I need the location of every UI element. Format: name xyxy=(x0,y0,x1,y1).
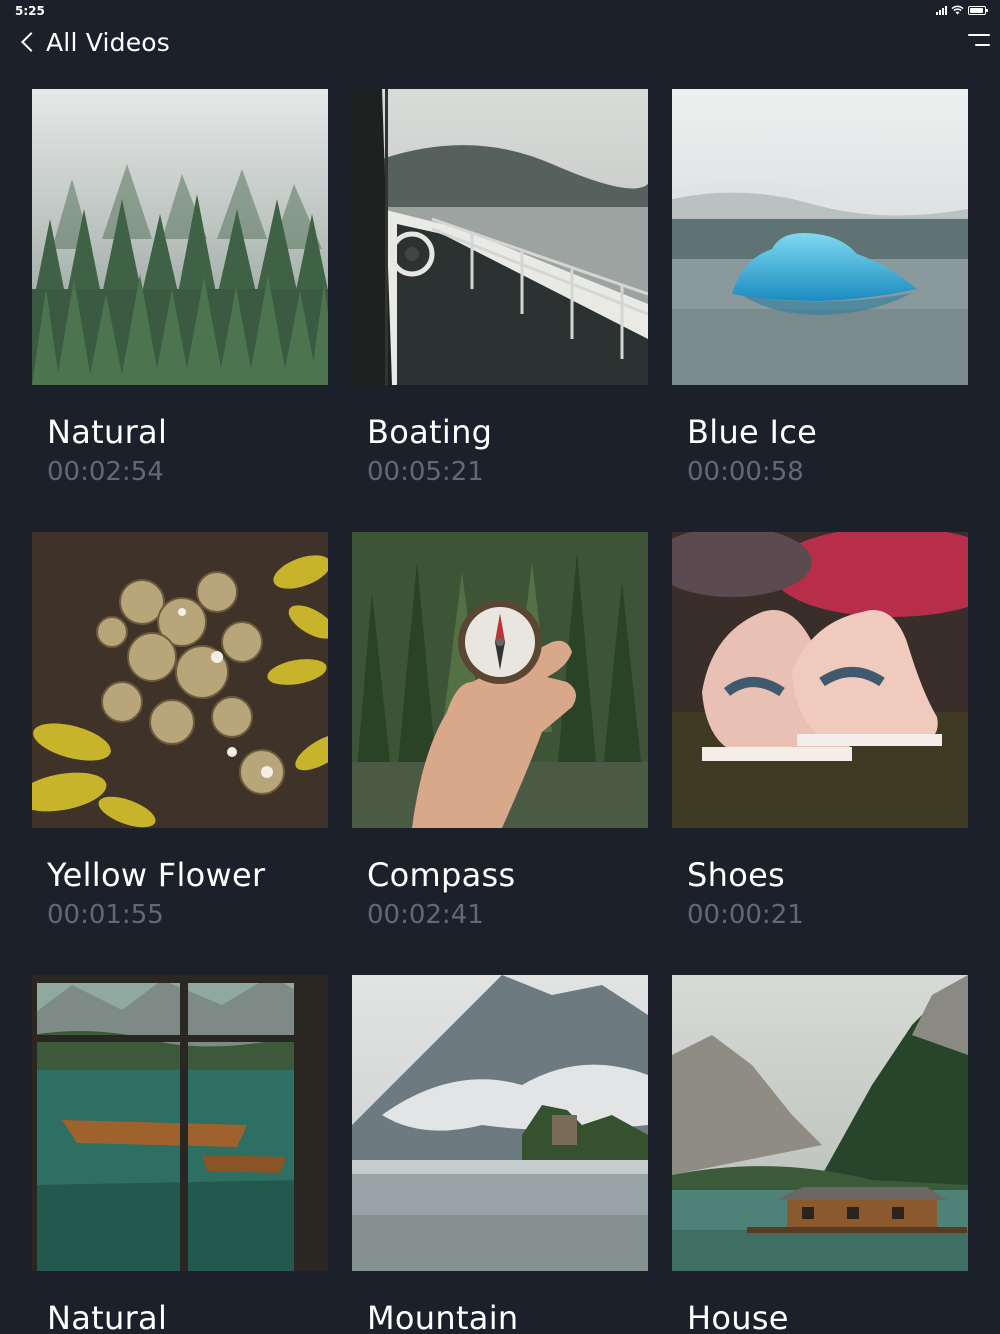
video-duration: 00:05:21 xyxy=(367,457,484,487)
video-title: House xyxy=(687,1299,789,1334)
video-thumbnail[interactable] xyxy=(672,532,968,828)
video-thumbnail[interactable] xyxy=(32,975,328,1271)
lake-window-image xyxy=(32,975,328,1271)
wifi-icon xyxy=(951,5,964,15)
video-card-mountain[interactable]: Mountain xyxy=(352,975,648,1334)
video-library-screen: 5:25 All Videos Natural 00:02:54 Boating… xyxy=(0,0,1000,1334)
video-thumbnail[interactable] xyxy=(672,89,968,385)
status-time: 5:25 xyxy=(15,4,45,18)
video-duration: 00:00:21 xyxy=(687,900,804,930)
video-title: Shoes xyxy=(687,856,786,894)
video-duration: 00:02:41 xyxy=(367,900,484,930)
boathouse-image xyxy=(672,975,968,1271)
video-title: Boating xyxy=(367,413,493,451)
sneakers-image xyxy=(672,532,968,828)
battery-icon xyxy=(968,5,988,15)
forest-image xyxy=(32,89,328,385)
signal-icon xyxy=(936,5,947,15)
video-duration: 00:02:54 xyxy=(47,457,164,487)
video-thumbnail[interactable] xyxy=(672,975,968,1271)
video-title: Natural xyxy=(47,1299,168,1334)
mountain-image xyxy=(352,975,648,1271)
chevron-left-icon xyxy=(21,32,41,52)
video-card-natural-window[interactable]: Natural xyxy=(32,975,328,1334)
video-card-house[interactable]: House xyxy=(672,975,968,1334)
status-icons xyxy=(936,5,988,15)
video-title: Compass xyxy=(367,856,516,894)
video-card-boating[interactable]: Boating 00:05:21 xyxy=(352,89,648,487)
video-thumbnail[interactable] xyxy=(352,89,648,385)
video-card-natural[interactable]: Natural 00:02:54 xyxy=(32,89,328,487)
iceberg-image xyxy=(672,89,968,385)
back-button[interactable]: All Videos xyxy=(18,26,170,58)
video-thumbnail[interactable] xyxy=(352,532,648,828)
video-card-blue-ice[interactable]: Blue Ice 00:00:58 xyxy=(672,89,968,487)
menu-icon[interactable] xyxy=(968,34,990,48)
video-thumbnail[interactable] xyxy=(352,975,648,1271)
video-duration: 00:00:58 xyxy=(687,457,804,487)
boat-deck-image xyxy=(352,89,648,385)
barnacles-image xyxy=(32,532,328,828)
video-thumbnail[interactable] xyxy=(32,532,328,828)
video-duration: 00:01:55 xyxy=(47,900,164,930)
video-card-yellow-flower[interactable]: Yellow Flower 00:01:55 xyxy=(32,532,328,930)
video-card-shoes[interactable]: Shoes 00:00:21 xyxy=(672,532,968,930)
status-bar: 5:25 xyxy=(0,0,1000,22)
compass-image xyxy=(352,532,648,828)
video-title: Blue Ice xyxy=(687,413,818,451)
video-title: Natural xyxy=(47,413,168,451)
video-title: Mountain xyxy=(367,1299,519,1334)
video-title: Yellow Flower xyxy=(47,856,266,894)
video-thumbnail[interactable] xyxy=(32,89,328,385)
page-title: All Videos xyxy=(46,27,171,57)
video-card-compass[interactable]: Compass 00:02:41 xyxy=(352,532,648,930)
